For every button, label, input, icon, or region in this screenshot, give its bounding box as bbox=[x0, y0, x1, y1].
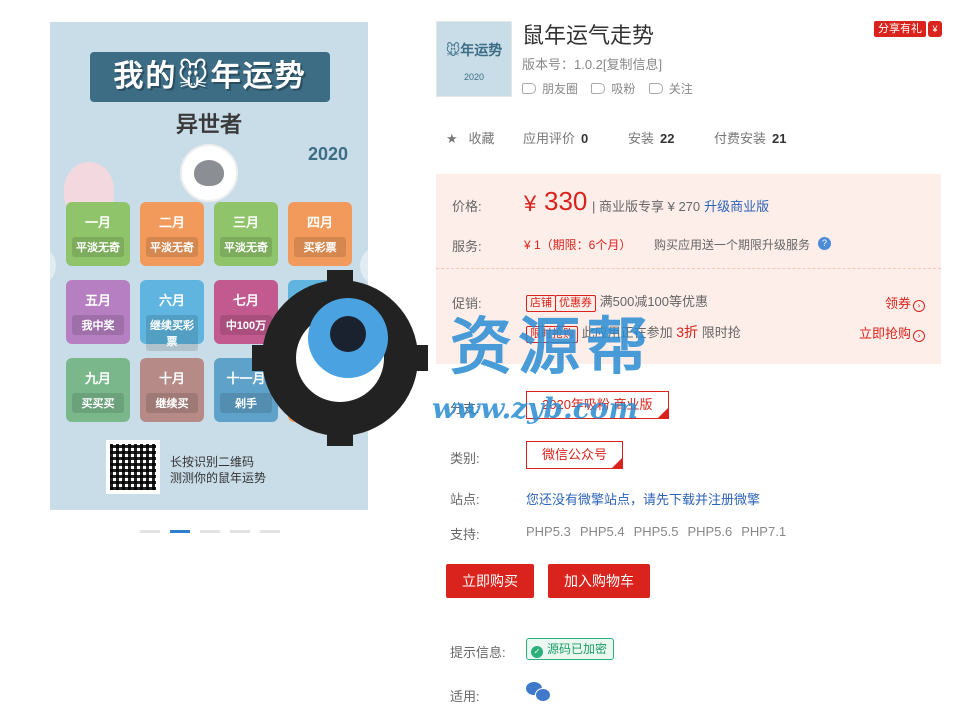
wechat-icon bbox=[526, 682, 551, 702]
month-card: 二月 平淡无奇 bbox=[140, 202, 204, 266]
pagination-dot[interactable] bbox=[230, 530, 250, 533]
arrow-right-icon: › bbox=[913, 300, 925, 312]
month-card: 九月 买买买 bbox=[66, 358, 130, 422]
watermark-text: 资源帮 bbox=[450, 310, 655, 383]
tag-list: 朋友圈 吸粉 关注 bbox=[522, 80, 703, 97]
tag-icon bbox=[648, 83, 663, 94]
price-label: 价格: bbox=[452, 199, 482, 214]
tag-icon bbox=[591, 83, 606, 94]
buy-now-button[interactable]: 立即购买 bbox=[446, 564, 534, 598]
month-card: 五月 我中奖 bbox=[66, 280, 130, 344]
review-stat[interactable]: 应用评价 0 bbox=[523, 128, 588, 147]
upgrade-business-link[interactable]: 升级商业版 bbox=[704, 199, 769, 214]
poster-year: 2020 bbox=[308, 144, 349, 164]
apply-label: 适用: bbox=[450, 689, 480, 704]
paid-install-stat: 付费安装 21 bbox=[714, 131, 787, 146]
business-price: | 商业版专享 ¥ 270 升级商业版 bbox=[592, 199, 770, 214]
qr-caption: 长按识别二维码 测测你的鼠年运势 bbox=[170, 455, 267, 485]
check-icon: ✓ bbox=[531, 646, 543, 658]
app-icon: 🐭年运势 2020 bbox=[436, 21, 512, 97]
tag-item[interactable]: 朋友圈 bbox=[522, 80, 578, 97]
add-to-cart-button[interactable]: 加入购物车 bbox=[548, 564, 650, 598]
app-version: 版本号：1.0.2[复制信息] bbox=[522, 57, 663, 72]
tag-item[interactable]: 关注 bbox=[648, 80, 693, 97]
poster-banner: 我的🐭年运势 bbox=[90, 52, 330, 102]
month-card: 三月 平淡无奇 bbox=[214, 202, 278, 266]
app-title: 鼠年运气走势 bbox=[522, 23, 655, 48]
tag-icon bbox=[522, 83, 536, 94]
month-card: 六月 继续买彩票 bbox=[140, 280, 204, 351]
site-label: 站点: bbox=[450, 492, 480, 507]
install-stat: 安装 22 bbox=[628, 131, 675, 146]
share-reward-button[interactable]: 分享有礼 bbox=[874, 21, 926, 37]
gallery-next-button[interactable]: › bbox=[360, 246, 400, 286]
arrow-right-icon: › bbox=[913, 330, 925, 342]
service-label: 服务: bbox=[452, 239, 482, 254]
watermark-url: www.zyb.com bbox=[432, 392, 639, 425]
divider bbox=[436, 268, 941, 269]
category-label: 类别: bbox=[450, 451, 480, 466]
pagination-dot[interactable] bbox=[200, 530, 220, 533]
watermark-eye-logo bbox=[308, 298, 388, 378]
gift-icon[interactable]: ¥ bbox=[928, 21, 942, 37]
php-support-list: PHP5.3 PHP5.4 PHP5.5 PHP5.6 PHP7.1 bbox=[526, 524, 787, 539]
pagination-dot[interactable] bbox=[170, 530, 190, 533]
tag-item[interactable]: 吸粉 bbox=[591, 80, 635, 97]
poster-name: 异世者 bbox=[175, 112, 242, 137]
avatar bbox=[180, 144, 238, 202]
get-coupon-link[interactable]: 领券 › bbox=[885, 293, 925, 312]
collect-button[interactable]: ★ 收藏 bbox=[446, 128, 495, 147]
month-card: 四月 买彩票 bbox=[288, 202, 352, 266]
qr-code bbox=[106, 440, 160, 494]
service-value: ¥ 1（期限：6个月） bbox=[524, 238, 632, 252]
tip-label: 提示信息: bbox=[450, 645, 506, 660]
encrypted-badge: ✓ 源码已加密 bbox=[526, 638, 615, 660]
buy-now-flash-link[interactable]: 立即抢购 › bbox=[859, 323, 925, 342]
gallery-prev-button[interactable]: ‹ bbox=[16, 246, 56, 286]
price-currency: ¥ bbox=[524, 191, 537, 216]
site-register-link[interactable]: 您还没有微擎站点，请先下载并注册微擎 bbox=[526, 489, 760, 508]
month-card: 十月 继续买 bbox=[140, 358, 204, 422]
price-value: 330 bbox=[544, 186, 588, 216]
month-card: 一月 平淡无奇 bbox=[66, 202, 130, 266]
flash-discount: 3折 bbox=[676, 324, 699, 340]
star-icon: ★ bbox=[446, 131, 458, 146]
category-option[interactable]: 微信公众号 bbox=[526, 441, 624, 469]
support-label: 支持: bbox=[450, 527, 480, 542]
pagination-dot[interactable] bbox=[140, 530, 160, 533]
product-gallery-image: 我的🐭年运势 异世者 2020 一月 平淡无奇 二月 平淡无奇 三月 平淡无奇 四月 买彩票五… bbox=[50, 22, 368, 510]
help-icon[interactable]: ? bbox=[818, 237, 831, 250]
service-desc: 购买应用送一个期限升级服务 bbox=[654, 238, 811, 252]
pagination-dot[interactable] bbox=[260, 530, 280, 533]
